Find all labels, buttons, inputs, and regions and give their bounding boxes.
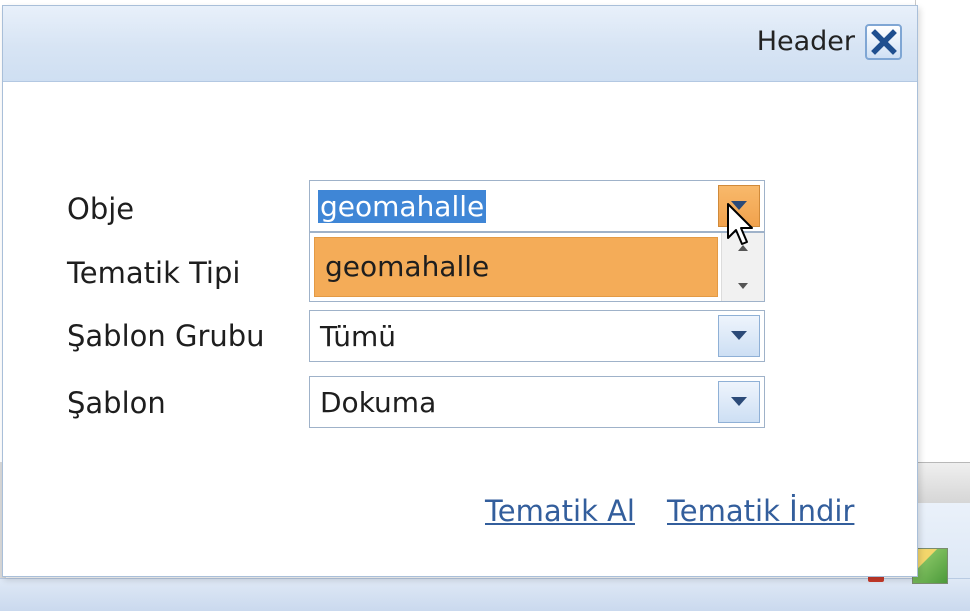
- tematik-indir-link[interactable]: Tematik İndir: [667, 494, 854, 528]
- dropdown-option-label: geomahalle: [325, 250, 490, 283]
- sablon-value: Dokuma: [320, 386, 437, 419]
- background-statusbar: [0, 578, 970, 611]
- sablon-label: Şablon: [67, 386, 166, 420]
- thematic-dialog: Header Obje geomahalle Tematik Tipi geom…: [2, 5, 918, 577]
- mouse-cursor-icon: [727, 203, 753, 245]
- obje-dropdown-list: geomahalle: [309, 232, 765, 302]
- chevron-down-icon: [731, 397, 747, 406]
- sablon-combobox[interactable]: Dokuma: [309, 376, 765, 428]
- background-toolbar: [916, 462, 970, 504]
- obje-label: Obje: [67, 192, 135, 226]
- sablon-grubu-combobox[interactable]: Tümü: [309, 310, 765, 362]
- background-panel: [915, 0, 970, 610]
- obje-combobox[interactable]: geomahalle: [309, 180, 765, 232]
- sablon-dropdown-button[interactable]: [718, 381, 760, 423]
- chevron-down-icon: [731, 331, 747, 340]
- close-x-icon: [870, 29, 897, 55]
- tematik-al-link[interactable]: Tematik Al: [485, 494, 635, 528]
- tematik-tipi-label: Tematik Tipi: [67, 256, 241, 290]
- close-button[interactable]: [865, 24, 902, 60]
- dropdown-option-geomahalle[interactable]: geomahalle: [314, 237, 718, 297]
- scroll-down-icon[interactable]: [722, 277, 764, 297]
- sablon-grubu-value: Tümü: [320, 320, 397, 353]
- obje-value[interactable]: geomahalle: [318, 190, 487, 223]
- sablon-grubu-dropdown-button[interactable]: [718, 315, 760, 357]
- dialog-header: Header: [3, 6, 917, 82]
- dialog-title: Header: [756, 26, 855, 57]
- sablon-grubu-label: Şablon Grubu: [67, 319, 265, 353]
